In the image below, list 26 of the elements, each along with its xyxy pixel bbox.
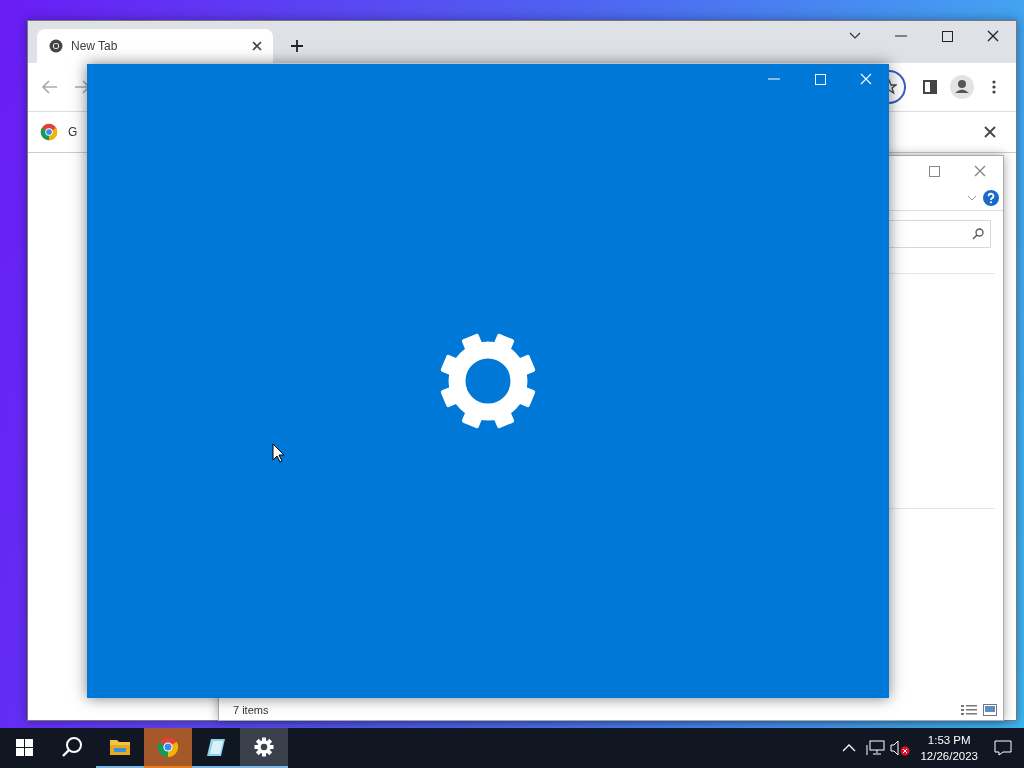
notepad-icon <box>205 736 227 758</box>
item-count: 7 items <box>233 704 269 716</box>
browser-tab[interactable]: New Tab <box>37 29 273 63</box>
profile-icon[interactable] <box>948 73 976 101</box>
chevron-down-icon[interactable] <box>967 195 977 201</box>
gear-icon <box>254 737 274 757</box>
help-icon[interactable] <box>983 190 999 206</box>
chrome-icon <box>157 736 179 758</box>
tiles-view-icon[interactable] <box>983 704 997 716</box>
windows-icon <box>15 738 33 756</box>
clock-date[interactable]: 12/26/2023 <box>920 748 978 764</box>
taskbar-app[interactable] <box>240 728 288 768</box>
details-view-icon[interactable] <box>961 704 977 716</box>
chrome-icon <box>40 123 58 141</box>
network-icon[interactable] <box>866 740 887 756</box>
search-icon <box>972 228 984 240</box>
folder-icon <box>109 738 131 756</box>
notifications-icon[interactable] <box>994 740 1012 756</box>
cursor-icon <box>272 443 285 463</box>
gear-icon <box>439 332 537 430</box>
muted-speaker-icon[interactable] <box>890 740 911 756</box>
bookmark-link[interactable]: G <box>68 125 78 139</box>
chrome-icon <box>49 39 63 53</box>
clock-time[interactable]: 1:53 PM <box>927 732 971 748</box>
chevron-up-icon[interactable] <box>842 744 857 752</box>
search-icon <box>61 736 83 758</box>
